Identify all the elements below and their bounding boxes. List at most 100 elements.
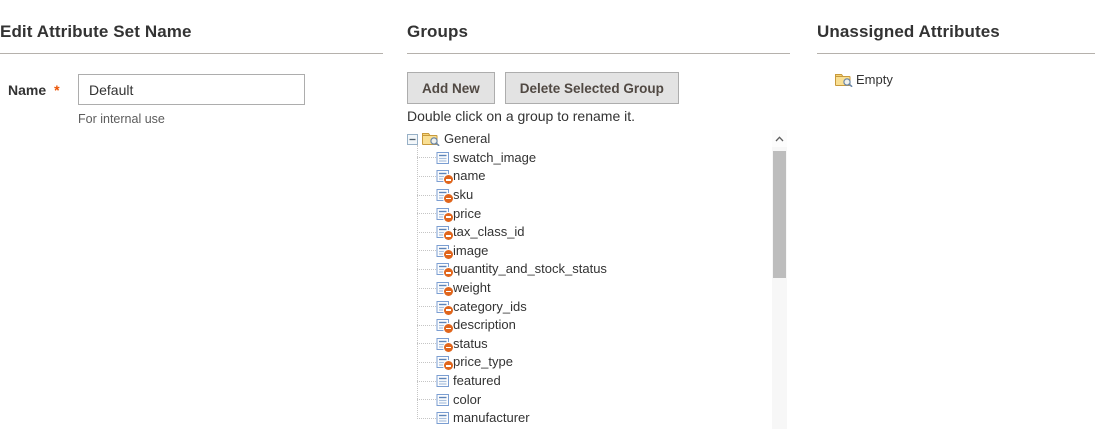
name-field-note: For internal use	[78, 112, 383, 126]
tree-elbow-line	[417, 195, 436, 196]
attribute-tree-row[interactable]: price	[417, 204, 790, 223]
attribute-tree-row[interactable]: description	[417, 316, 790, 335]
attribute-label: price_type	[453, 355, 513, 369]
attribute-tree-row[interactable]: category_ids	[417, 297, 790, 316]
attribute-set-edit-screen: Edit Attribute Set Name Name * For inter…	[0, 0, 1095, 429]
attribute-tree-row[interactable]: manufacturer	[417, 409, 790, 428]
tree-root-label: General	[444, 132, 490, 146]
attribute-form-icon	[436, 151, 450, 165]
scrollbar-thumb[interactable]	[773, 151, 786, 278]
attribute-form-icon	[436, 337, 450, 351]
edit-set-name-panel: Edit Attribute Set Name Name * For inter…	[0, 0, 383, 126]
tree-elbow-line	[417, 418, 436, 419]
tree-elbow-line	[417, 288, 436, 289]
required-asterisk: *	[54, 82, 59, 98]
tree-root-general[interactable]: General	[407, 130, 790, 149]
empty-folder-icon	[835, 73, 853, 87]
attribute-form-icon	[436, 318, 450, 332]
group-folder-icon	[422, 132, 440, 146]
groups-header: Groups	[407, 0, 790, 54]
attribute-tree-row[interactable]: tax_class_id	[417, 223, 790, 242]
system-attribute-badge-icon	[444, 361, 453, 370]
attribute-label: color	[453, 393, 481, 407]
attribute-form-icon	[436, 225, 450, 239]
attribute-form-icon	[436, 207, 450, 221]
attribute-label: manufacturer	[453, 411, 530, 425]
tree-elbow-line	[417, 269, 436, 270]
tree-elbow-line	[417, 399, 436, 400]
attribute-tree-row[interactable]: weight	[417, 279, 790, 298]
attribute-tree-row[interactable]: color	[417, 390, 790, 409]
tree-elbow-line	[417, 306, 436, 307]
system-attribute-badge-icon	[444, 194, 453, 203]
attribute-form-icon	[436, 281, 450, 295]
name-field-row: Name *	[0, 74, 383, 105]
edit-set-name-header: Edit Attribute Set Name	[0, 0, 383, 54]
attribute-label: name	[453, 169, 486, 183]
system-attribute-badge-icon	[444, 213, 453, 222]
attribute-form-icon	[436, 244, 450, 258]
system-attribute-badge-icon	[444, 306, 453, 315]
attribute-label: weight	[453, 281, 491, 295]
tree-elbow-line	[417, 325, 436, 326]
tree-scrollbar[interactable]	[772, 130, 787, 429]
page-title: Edit Attribute Set Name	[0, 22, 192, 42]
attribute-tree-row[interactable]: featured	[417, 372, 790, 391]
attribute-label: price	[453, 207, 481, 221]
tree-elbow-line	[417, 176, 436, 177]
attribute-tree-row[interactable]: image	[417, 242, 790, 261]
system-attribute-badge-icon	[444, 250, 453, 259]
attribute-tree-row[interactable]: sku	[417, 186, 790, 205]
tree-elbow-line	[417, 157, 436, 158]
attribute-tree-row[interactable]: quantity_and_stock_status	[417, 260, 790, 279]
attribute-form-icon	[436, 169, 450, 183]
tree-elbow-line	[417, 213, 436, 214]
unassigned-attributes-panel: Unassigned Attributes Empty	[817, 0, 1095, 87]
system-attribute-badge-icon	[444, 287, 453, 296]
attribute-tree-row[interactable]: name	[417, 167, 790, 186]
name-label-text: Name	[8, 82, 46, 98]
groups-panel: Groups Add New Delete Selected Group Dou…	[407, 0, 790, 428]
unassigned-empty-label: Empty	[856, 73, 893, 87]
attribute-label: description	[453, 318, 516, 332]
chevron-up-icon	[775, 136, 784, 142]
attribute-form-icon	[436, 188, 450, 202]
attribute-tree-children: swatch_image name sku	[407, 149, 790, 428]
attribute-form-icon	[436, 300, 450, 314]
tree-elbow-line	[417, 232, 436, 233]
attribute-form-icon	[436, 374, 450, 388]
add-new-group-button[interactable]: Add New	[407, 72, 495, 104]
delete-selected-group-button[interactable]: Delete Selected Group	[505, 72, 679, 104]
system-attribute-badge-icon	[444, 343, 453, 352]
tree-elbow-line	[417, 381, 436, 382]
collapse-toggle-icon[interactable]	[407, 134, 418, 145]
groups-button-row: Add New Delete Selected Group	[407, 72, 790, 104]
system-attribute-badge-icon	[444, 324, 453, 333]
groups-tree: General swatch_image name	[407, 130, 790, 428]
attribute-form-icon	[436, 393, 450, 407]
unassigned-title: Unassigned Attributes	[817, 22, 1000, 42]
attribute-label: quantity_and_stock_status	[453, 262, 607, 276]
attribute-label: image	[453, 244, 488, 258]
system-attribute-badge-icon	[444, 231, 453, 240]
attribute-label: sku	[453, 188, 473, 202]
attribute-form-icon	[436, 411, 450, 425]
tree-elbow-line	[417, 362, 436, 363]
attribute-set-name-input[interactable]	[78, 74, 305, 105]
attribute-label: status	[453, 337, 488, 351]
rename-hint-text: Double click on a group to rename it.	[407, 108, 790, 124]
attribute-form-icon	[436, 355, 450, 369]
attribute-tree-row[interactable]: status	[417, 335, 790, 354]
attribute-label: featured	[453, 374, 501, 388]
system-attribute-badge-icon	[444, 268, 453, 277]
tree-elbow-line	[417, 343, 436, 344]
name-field-label: Name *	[0, 82, 78, 98]
scroll-up-button[interactable]	[772, 130, 787, 147]
attribute-tree-row[interactable]: price_type	[417, 353, 790, 372]
attribute-tree-row[interactable]: swatch_image	[417, 149, 790, 168]
system-attribute-badge-icon	[444, 175, 453, 184]
attribute-label: tax_class_id	[453, 225, 525, 239]
attribute-label: swatch_image	[453, 151, 536, 165]
unassigned-empty-row: Empty	[817, 73, 1095, 87]
unassigned-header: Unassigned Attributes	[817, 0, 1095, 54]
